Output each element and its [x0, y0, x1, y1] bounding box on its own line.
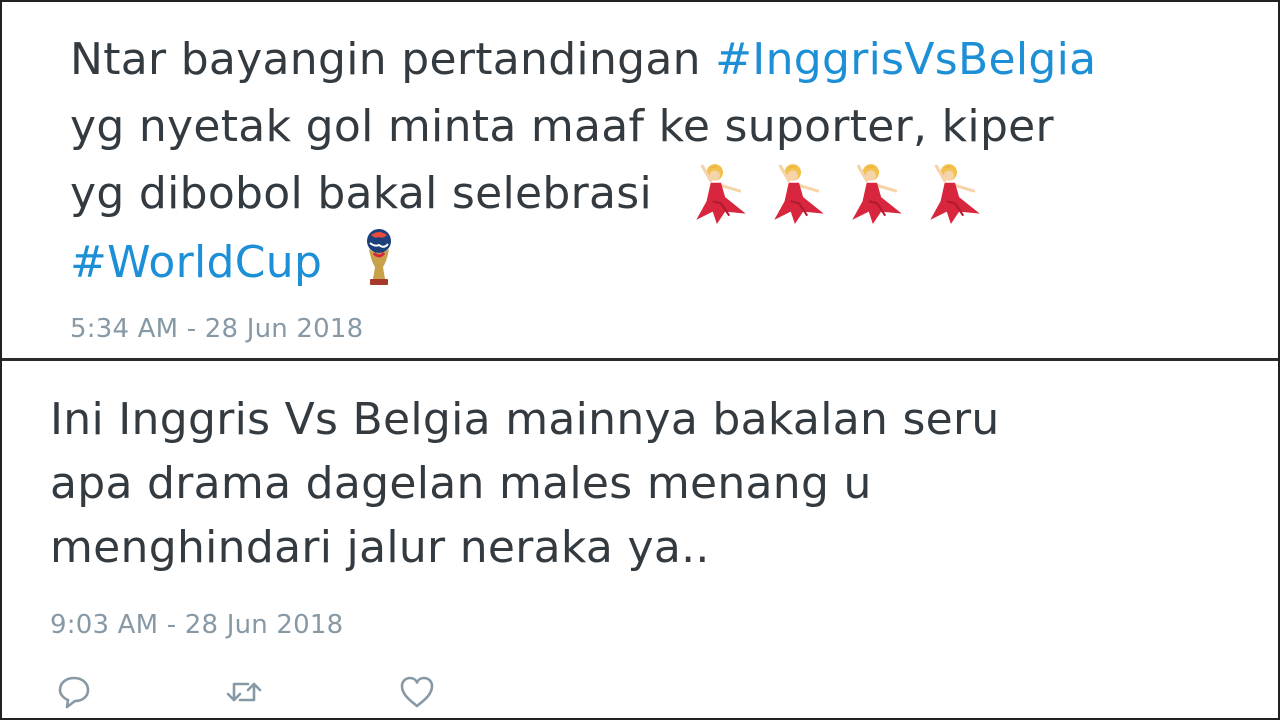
tweet-timestamp[interactable]: 9:03 AM - 28 Jun 2018 [50, 610, 343, 640]
dancing-woman-emoji [774, 164, 825, 224]
heart-icon[interactable] [397, 672, 437, 712]
hashtag-link[interactable]: #WorldCup [70, 237, 322, 288]
tweet-line: Ini Inggris Vs Belgia mainnya bakalan se… [50, 394, 1000, 445]
hashtag-link[interactable]: #InggrisVsBelgia [715, 34, 1096, 85]
tweet-line: yg dibobol bakal selebrasi [70, 160, 1278, 227]
dancing-woman-emoji [852, 164, 903, 224]
tweet-text-segment: Ntar bayangin pertandingan [70, 34, 716, 85]
tweet-line: apa drama dagelan males menang u [50, 458, 872, 509]
dancing-woman-emoji [696, 164, 747, 224]
reply-icon[interactable] [54, 672, 94, 712]
tweet-line: yg nyetak gol minta maaf ke suporter, ki… [70, 93, 1278, 160]
retweet-icon[interactable] [224, 672, 264, 712]
tweet-line: Ntar bayangin pertandingan #InggrisVsBel… [70, 26, 1278, 93]
dancing-woman-emoji [930, 164, 981, 224]
tweet-line: #WorldCup [70, 227, 1278, 294]
tweet-card[interactable]: Ini Inggris Vs Belgia mainnya bakalan se… [2, 362, 1278, 720]
world-cup-trophy-emoji [366, 229, 391, 285]
screenshot-frame: Ntar bayangin pertandingan #InggrisVsBel… [0, 0, 1280, 720]
tweet-line: menghindari jalur neraka ya.. [50, 522, 710, 573]
tweet-divider [2, 358, 1278, 361]
tweet-timestamp[interactable]: 5:34 AM - 28 Jun 2018 [70, 314, 363, 344]
tweet-body: Ntar bayangin pertandingan #InggrisVsBel… [70, 26, 1278, 294]
tweet-card[interactable]: Ntar bayangin pertandingan #InggrisVsBel… [2, 2, 1278, 360]
tweet-text-segment: yg nyetak gol minta maaf ke suporter, ki… [70, 101, 1054, 152]
tweet-body: Ini Inggris Vs Belgia mainnya bakalan se… [50, 388, 1278, 580]
tweet-text-segment: yg dibobol bakal selebrasi [70, 168, 653, 219]
